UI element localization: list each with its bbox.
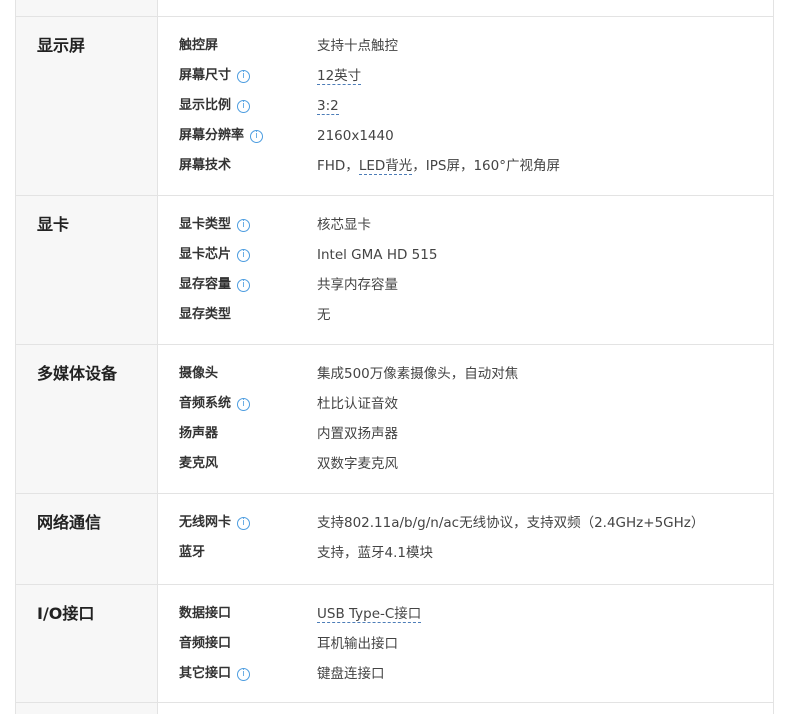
section-title-multimedia: 多媒体设备	[37, 364, 118, 383]
param-label-bluetooth: 蓝牙	[179, 545, 206, 560]
param-value-vram-size: 共享内存容量	[317, 277, 398, 293]
info-icon[interactable]: i	[237, 398, 251, 411]
param-value-gpu-chip: Intel GMA HD 515	[317, 247, 438, 263]
info-icon[interactable]: i	[237, 279, 251, 292]
param-label-data-port: 数据接口	[179, 606, 232, 621]
row-divider	[16, 16, 773, 17]
section-title-graphics: 显卡	[37, 215, 70, 234]
param-value-other-port: 键盘连接口	[317, 666, 385, 682]
param-value-screen-tech: FHD，LED背光，IPS屏，160°广视角屏	[317, 158, 560, 175]
param-label-vram-type: 显存类型	[179, 307, 232, 322]
param-label-gpu-chip: 显卡芯片 i	[179, 245, 251, 265]
led-backlight-link[interactable]: LED背光	[358, 158, 413, 175]
param-label-other-port: 其它接口 i	[179, 664, 251, 684]
param-value-bluetooth: 支持，蓝牙4.1模块	[317, 545, 433, 561]
param-value-wifi: 支持802.11a/b/g/n/ac无线协议，支持双频（2.4GHz+5GHz）	[317, 515, 705, 531]
param-value-microphone: 双数字麦克风	[317, 456, 398, 472]
info-icon[interactable]: i	[250, 130, 264, 143]
param-value-audio-port: 耳机输出接口	[317, 636, 398, 652]
param-value-screen-size[interactable]: 12英寸	[317, 66, 362, 86]
spec-table: 显示屏 触控屏 支持十点触控 屏幕尺寸 i 12英寸 显示比例 i 3:2 屏幕分辨…	[15, 0, 774, 714]
param-label-resolution: 屏幕分辨率 i	[179, 126, 264, 146]
param-value-camera: 集成500万像素摄像头，自动对焦	[317, 366, 519, 382]
section-title-network: 网络通信	[37, 513, 102, 532]
param-label-screen-tech: 屏幕技术	[179, 158, 232, 173]
param-label-audio-system: 音频系统 i	[179, 394, 251, 414]
row-divider	[16, 702, 773, 703]
info-icon[interactable]: i	[237, 70, 251, 83]
row-divider	[16, 344, 773, 345]
param-label-aspect-ratio: 显示比例 i	[179, 96, 251, 116]
info-icon[interactable]: i	[237, 219, 251, 232]
param-label-camera: 摄像头	[179, 366, 219, 381]
param-label-touch: 触控屏	[179, 38, 219, 53]
row-divider	[16, 195, 773, 196]
param-label-speaker: 扬声器	[179, 426, 219, 441]
param-value-touch: 支持十点触控	[317, 38, 398, 54]
param-value-speaker: 内置双扬声器	[317, 426, 398, 442]
param-label-microphone: 麦克风	[179, 456, 219, 471]
param-value-vram-type: 无	[317, 307, 331, 323]
param-label-audio-port: 音频接口	[179, 636, 232, 651]
row-divider	[16, 584, 773, 585]
param-value-audio-system: 杜比认证音效	[317, 396, 398, 412]
row-divider	[16, 493, 773, 494]
section-title-display: 显示屏	[37, 36, 86, 55]
info-icon[interactable]: i	[237, 249, 251, 262]
param-label-gpu-type: 显卡类型 i	[179, 215, 251, 235]
param-value-data-port[interactable]: USB Type-C接口	[317, 604, 422, 624]
param-label-wifi: 无线网卡 i	[179, 513, 251, 533]
param-label-screen-size: 屏幕尺寸 i	[179, 66, 251, 86]
param-value-resolution: 2160x1440	[317, 128, 394, 144]
param-label-vram-size: 显存容量 i	[179, 275, 251, 295]
info-icon[interactable]: i	[237, 517, 251, 530]
section-title-io: I/O接口	[37, 604, 95, 623]
info-icon[interactable]: i	[237, 668, 251, 681]
param-value-gpu-type: 核芯显卡	[317, 217, 371, 233]
info-icon[interactable]: i	[237, 100, 251, 113]
param-value-aspect-ratio[interactable]: 3:2	[317, 96, 339, 116]
